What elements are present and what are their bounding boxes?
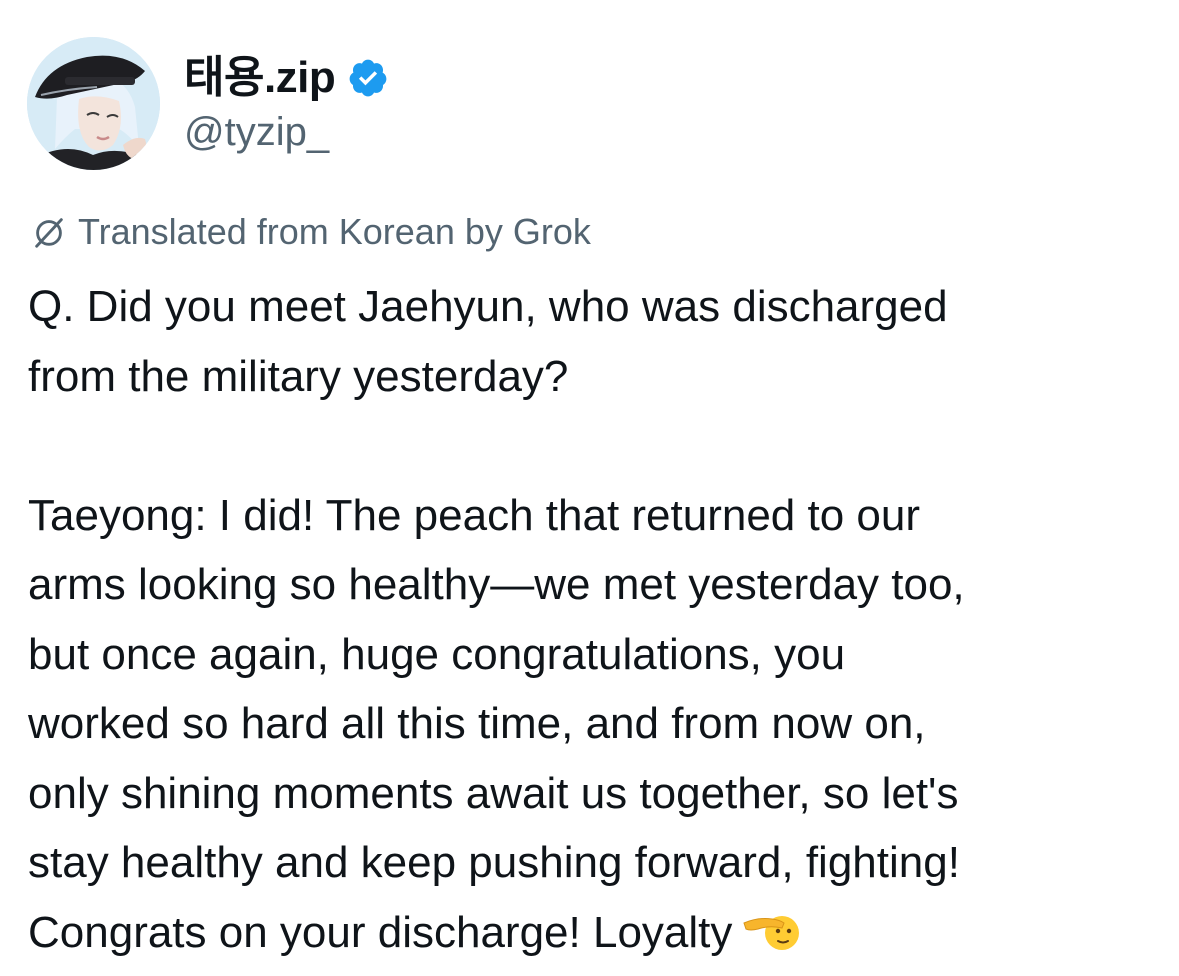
text-line: from the military yesterday? bbox=[28, 351, 569, 401]
text-line: Q. Did you meet Jaehyun, who was dischar… bbox=[28, 282, 948, 331]
display-name[interactable]: 태용.zip bbox=[184, 52, 336, 104]
text-line: worked so hard all this time, and from n… bbox=[28, 699, 926, 748]
text-line: arms looking so healthy—we met yesterday… bbox=[28, 560, 965, 609]
translation-label: Translated from Korean by Grok bbox=[78, 211, 591, 252]
text-line: Taeyong: I did! The peach that returned … bbox=[28, 490, 921, 540]
verified-badge-icon bbox=[349, 59, 387, 97]
name-row: 태용.zip bbox=[184, 52, 389, 104]
saluting-face-emoji-icon bbox=[743, 915, 800, 950]
text-line: stay healthy and keep pushing forward, f… bbox=[28, 838, 960, 887]
avatar[interactable] bbox=[27, 37, 160, 170]
tweet-text: Q. Did you meet Jaehyun, who was dischar… bbox=[28, 272, 1158, 967]
text-line: only shining moments await us together, … bbox=[28, 768, 959, 818]
translate-icon bbox=[35, 218, 63, 248]
user-handle[interactable]: @tyzip_ bbox=[184, 108, 329, 156]
question-paragraph: Q. Did you meet Jaehyun, who was dischar… bbox=[28, 272, 1158, 411]
text-line: Congrats on your discharge! Loyalty bbox=[28, 907, 733, 957]
translation-notice[interactable]: Translated from Korean by Grok bbox=[30, 210, 591, 254]
answer-paragraph: Taeyong: I did! The peach that returned … bbox=[28, 481, 1158, 968]
text-line: but once again, huge congratulations, yo… bbox=[28, 629, 846, 679]
last-line: Congrats on your discharge! Loyalty bbox=[28, 898, 1158, 968]
tweet: 태용.zip @tyzip_ Translated from Korean by… bbox=[0, 0, 1179, 976]
